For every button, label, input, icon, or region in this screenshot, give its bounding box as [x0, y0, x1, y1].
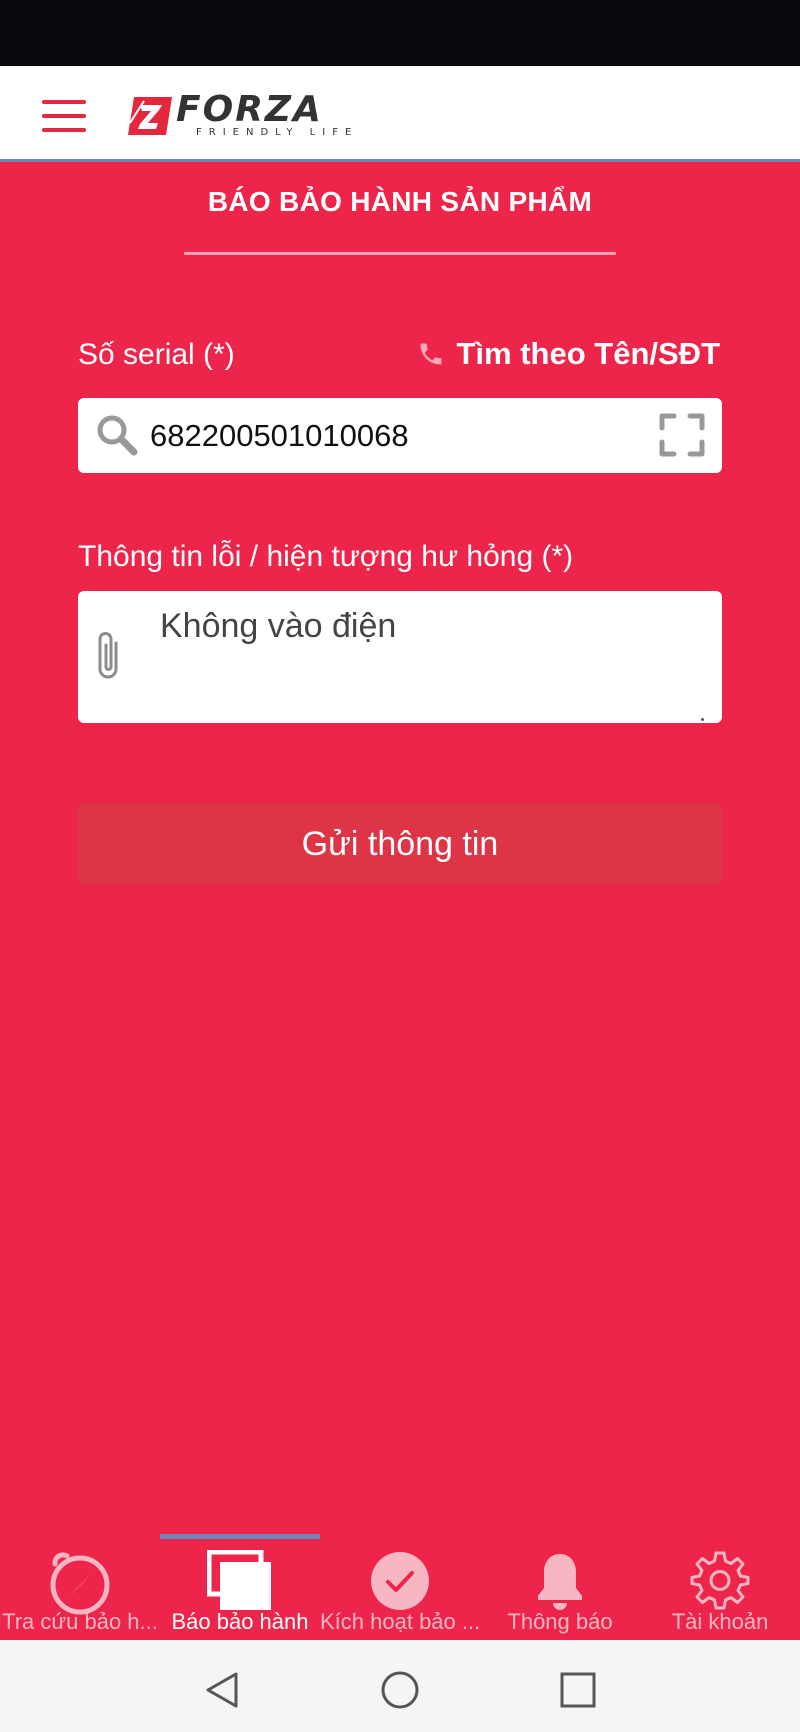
fault-description-field: Không vào điện — [78, 591, 722, 723]
serial-field — [78, 398, 722, 473]
scan-icon[interactable] — [658, 412, 706, 458]
tab-label: Kích hoạt bảo ... — [320, 1609, 480, 1634]
copy-icon — [207, 1550, 271, 1610]
forza-logo-mark-icon — [128, 97, 172, 135]
serial-label: Số serial (*) — [78, 338, 235, 371]
tab-lookup-warranty[interactable]: Tra cứu bảo h... — [0, 1540, 160, 1640]
gear-icon — [690, 1551, 750, 1610]
page-title: BÁO BẢO HÀNH SẢN PHẨM — [207, 186, 593, 217]
status-bar — [0, 0, 800, 66]
tab-account[interactable]: Tài khoản — [640, 1540, 800, 1640]
tab-report-warranty[interactable]: Báo bảo hành — [160, 1540, 320, 1640]
tab-label: Báo bảo hành — [171, 1609, 309, 1634]
tab-activate-warranty[interactable]: Kích hoạt bảo ... — [320, 1540, 480, 1640]
forza-logo: FORZA FRIENDLY LIFE — [126, 92, 358, 140]
find-by-name-phone-link[interactable]: Tìm theo Tên/SĐT — [417, 336, 721, 372]
home-icon[interactable] — [380, 1670, 420, 1710]
tab-label: Tra cứu bảo h... — [2, 1609, 158, 1634]
active-tab-indicator — [160, 1534, 320, 1539]
recents-icon[interactable] — [558, 1670, 598, 1710]
menu-icon[interactable] — [40, 100, 88, 134]
serial-input[interactable] — [150, 398, 630, 473]
tab-label: Thông báo — [507, 1609, 613, 1634]
fault-description-input[interactable]: Không vào điện — [160, 607, 700, 707]
tab-notifications[interactable]: Thông báo — [480, 1540, 640, 1640]
logo-tagline: FRIENDLY LIFE — [196, 127, 359, 138]
back-icon[interactable] — [202, 1670, 242, 1710]
resize-handle[interactable] — [701, 718, 704, 721]
tab-label: Tài khoản — [671, 1609, 769, 1634]
system-nav-bar — [0, 1640, 800, 1732]
logo-word: FORZA — [176, 89, 323, 130]
phone-icon — [420, 343, 441, 365]
search-icon — [97, 415, 138, 456]
paperclip-icon[interactable] — [92, 629, 126, 685]
app-header: FORZA FRIENDLY LIFE — [0, 66, 800, 162]
bottom-tab-bar: Tra cứu bảo h... Báo bảo hành Kích hoạt … — [0, 1528, 800, 1640]
compass-icon — [50, 1552, 110, 1615]
find-link-label: Tìm theo Tên/SĐT — [456, 336, 721, 371]
title-divider — [184, 252, 616, 255]
bell-icon — [538, 1554, 582, 1610]
fault-description-label: Thông tin lỗi / hiện tượng hư hỏng (*) — [78, 540, 574, 573]
check-circle-icon — [371, 1552, 429, 1610]
submit-button[interactable]: Gửi thông tin — [78, 803, 722, 885]
